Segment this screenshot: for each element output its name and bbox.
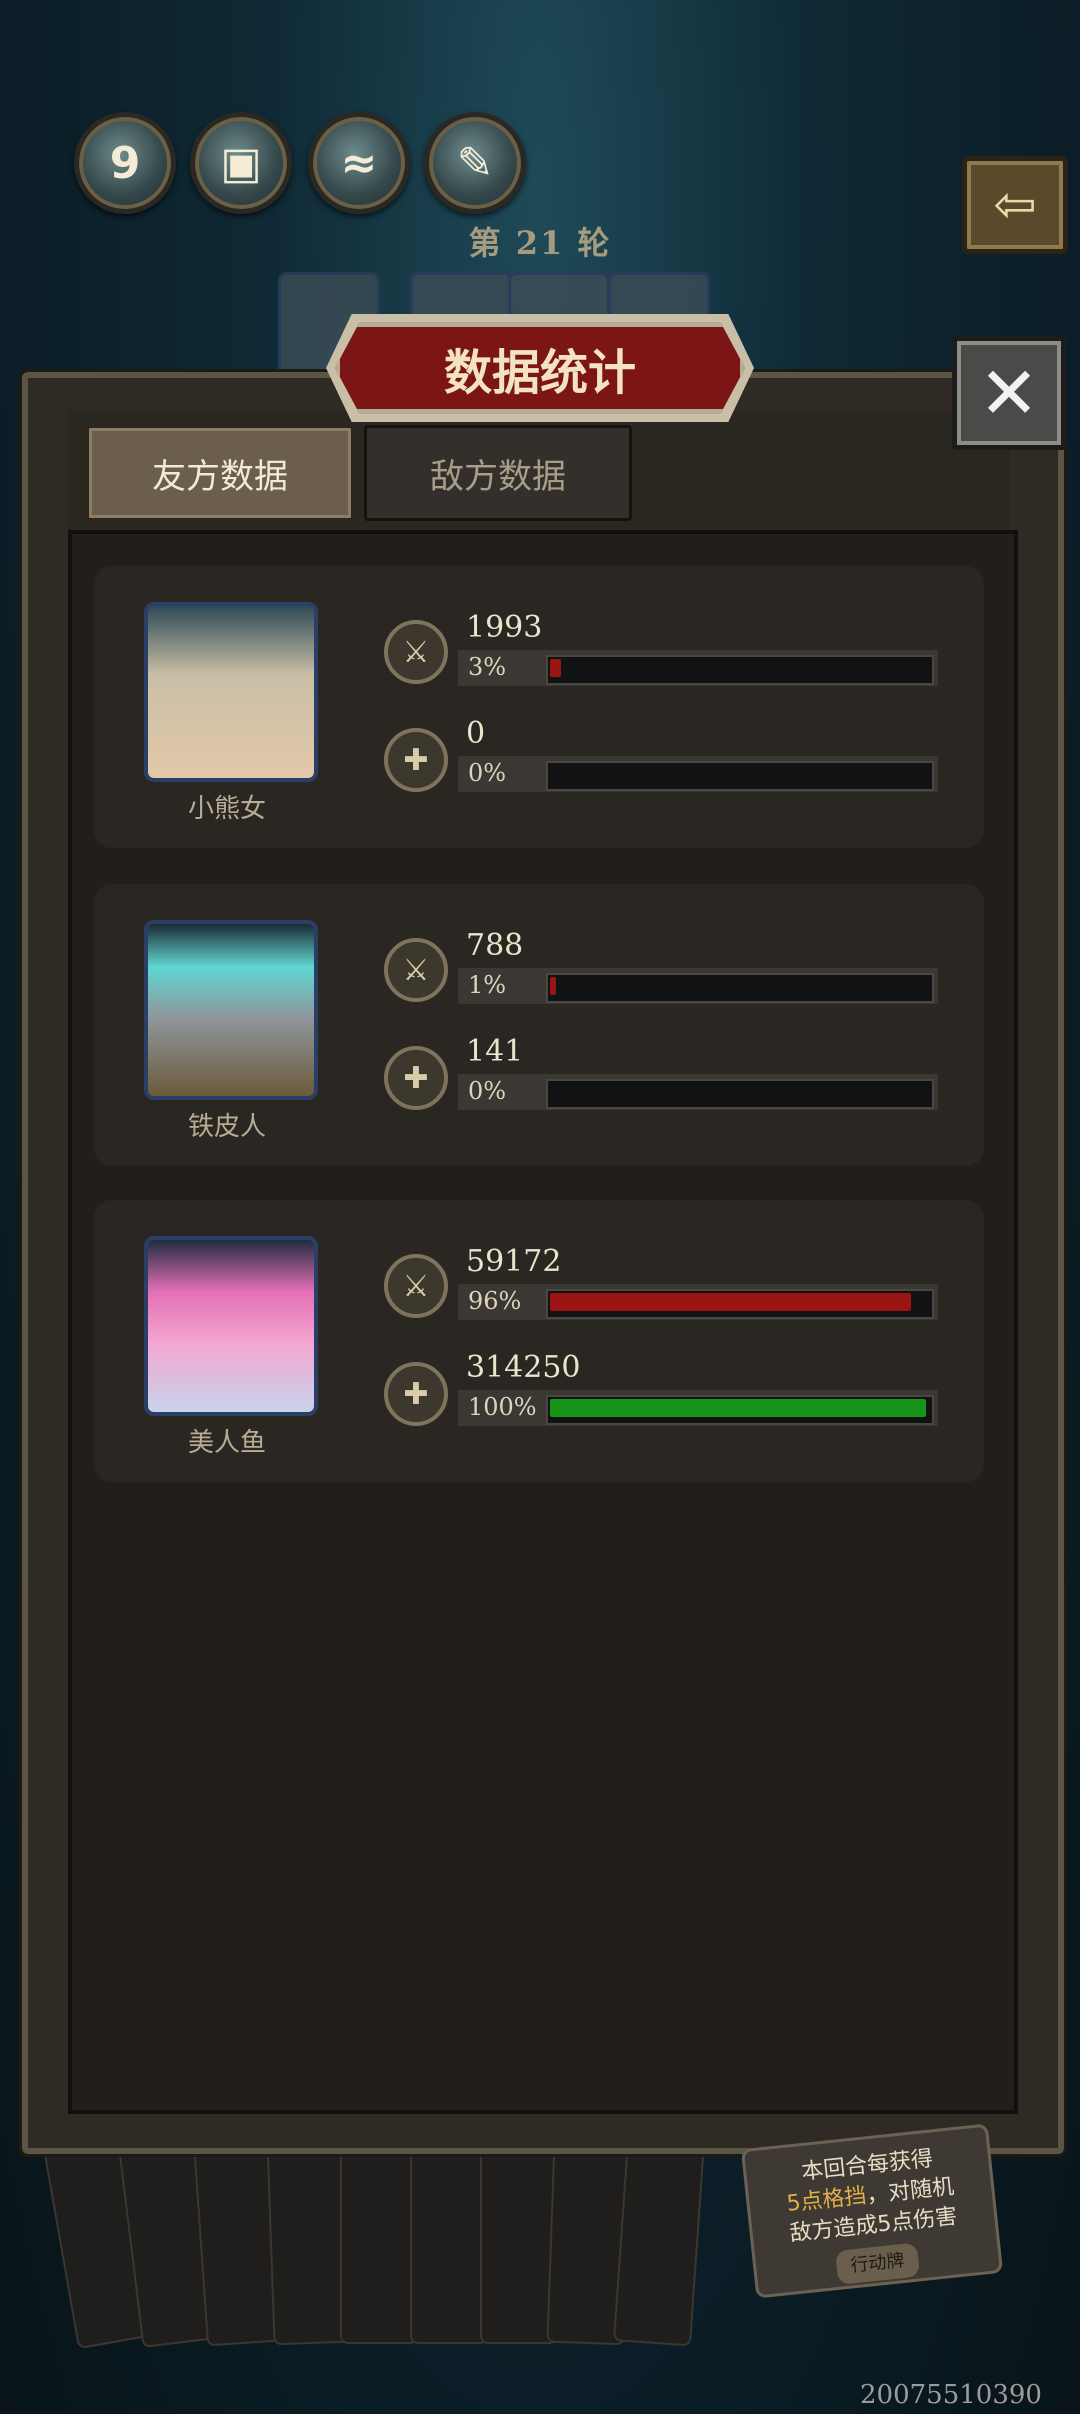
water-icon[interactable]: ≈ <box>308 112 410 214</box>
heal-icon: ✚ <box>384 1046 448 1110</box>
heal-bar-fill <box>550 1399 926 1417</box>
damage-icon: ⚔ <box>384 620 448 684</box>
avatar <box>144 602 318 782</box>
close-icon: ✕ <box>978 351 1040 435</box>
character-name: 铁皮人 <box>187 1112 266 1142</box>
heal-percent: 100% <box>468 1393 537 1421</box>
avatar <box>144 1236 318 1416</box>
hand-card[interactable] <box>480 2140 558 2344</box>
damage-value: 1993 <box>466 610 543 645</box>
dialog-title: 数据统计 <box>335 322 745 414</box>
heal-percent: 0% <box>468 759 507 787</box>
heal-value: 314250 <box>466 1350 581 1385</box>
damage-bar: 96% <box>458 1284 938 1320</box>
heal-bar: 0% <box>458 1074 938 1110</box>
counter-value: 9 <box>109 137 141 189</box>
heal-bar: 100% <box>458 1390 938 1426</box>
chest-icon[interactable]: ▣ <box>190 112 292 214</box>
scroll-icon[interactable]: ✎ <box>424 112 526 214</box>
hand-card[interactable] <box>266 2138 352 2346</box>
character-name: 美人鱼 <box>187 1428 266 1458</box>
damage-icon: ⚔ <box>384 938 448 1002</box>
damage-bar: 1% <box>458 968 938 1004</box>
damage-bar-fill <box>550 1293 911 1311</box>
damage-bar: 3% <box>458 650 938 686</box>
damage-percent: 3% <box>468 653 507 681</box>
avatar <box>144 920 318 1100</box>
damage-value: 59172 <box>466 1244 562 1279</box>
action-card-tag: 行动牌 <box>834 2242 921 2285</box>
heal-percent: 0% <box>468 1077 507 1105</box>
counter-icon[interactable]: 9 <box>74 112 176 214</box>
heal-icon: ✚ <box>384 728 448 792</box>
hand-card[interactable] <box>612 2137 706 2347</box>
close-button[interactable]: ✕ <box>952 336 1066 450</box>
heal-value: 141 <box>466 1034 524 1069</box>
character-card: 铁皮人 ⚔ 788 1% ✚ 141 0% <box>94 884 984 1166</box>
hand-card[interactable] <box>410 2140 488 2344</box>
damage-percent: 96% <box>468 1287 522 1315</box>
character-name: 小熊女 <box>187 794 266 824</box>
watermark-id: 20075510390 <box>860 2380 1042 2410</box>
heal-icon: ✚ <box>384 1362 448 1426</box>
tab-enemy-data[interactable]: 敌方数据 <box>364 425 632 521</box>
heal-value: 0 <box>466 716 486 751</box>
character-card: 美人鱼 ⚔ 59172 96% ✚ 314250 100% <box>94 1200 984 1482</box>
damage-bar-fill <box>550 977 556 995</box>
action-card[interactable]: 本回合每获得 5点格挡，对随机 敌方造成5点伤害 行动牌 <box>740 2123 1004 2299</box>
damage-icon: ⚔ <box>384 1254 448 1318</box>
damage-value: 788 <box>466 928 524 963</box>
damage-percent: 1% <box>468 971 507 999</box>
heal-bar: 0% <box>458 756 938 792</box>
damage-bar-fill <box>550 659 561 677</box>
hand-card[interactable] <box>340 2140 418 2344</box>
round-label: 第 21 轮 <box>468 224 612 262</box>
character-card: 小熊女 ⚔ 1993 3% ✚ 0 0% <box>94 566 984 848</box>
tab-ally-data[interactable]: 友方数据 <box>86 425 354 521</box>
